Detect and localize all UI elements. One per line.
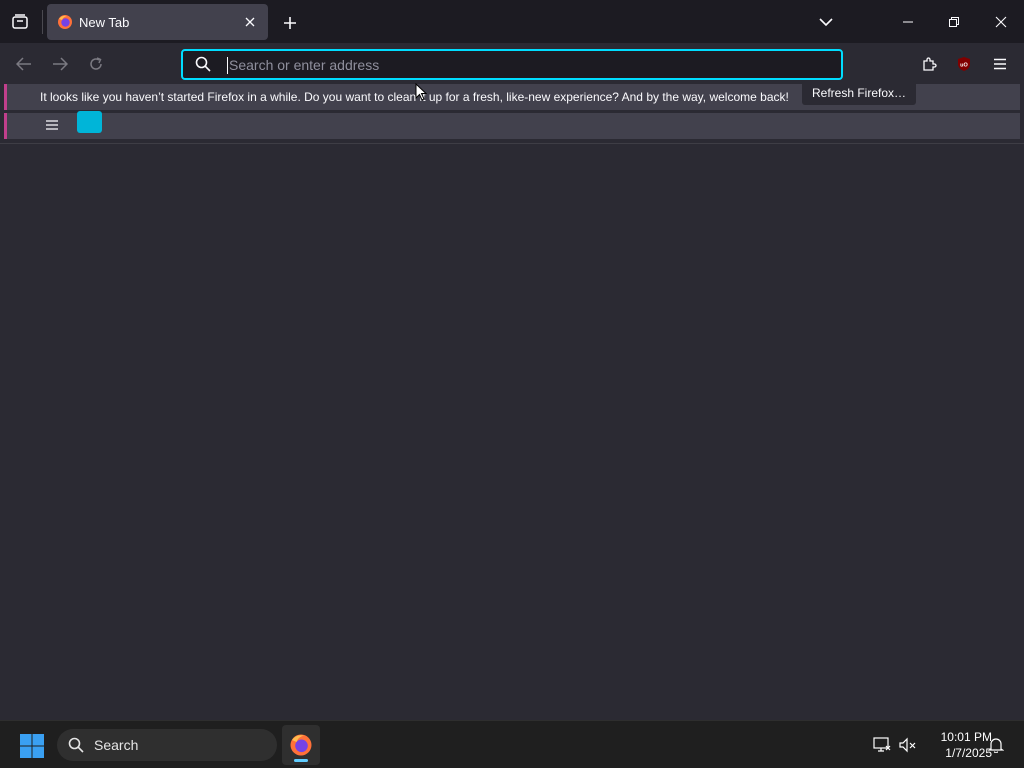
hamburger-icon	[994, 58, 1006, 70]
mouse-cursor-icon	[415, 83, 427, 101]
clock-date: 1/7/2025	[945, 746, 992, 760]
firefox-view-button[interactable]	[6, 9, 34, 35]
hamburger-icon	[46, 120, 58, 130]
refresh-notification-bar: It looks like you haven’t started Firefo…	[4, 81, 1020, 110]
tab-new-tab[interactable]: New Tab	[47, 4, 268, 40]
running-indicator	[294, 759, 308, 762]
refresh-firefox-button[interactable]: Refresh Firefox…	[802, 81, 916, 105]
svg-text:uO: uO	[960, 63, 968, 69]
bell-icon	[988, 738, 1004, 753]
forward-button[interactable]	[47, 51, 73, 77]
tab-strip: New Tab	[0, 0, 1024, 43]
back-button[interactable]	[11, 51, 37, 77]
windows-logo-icon	[20, 734, 44, 758]
address-input[interactable]	[227, 55, 841, 74]
network-tray-button[interactable]	[873, 736, 891, 754]
tab-close-button[interactable]	[240, 12, 260, 32]
address-bar[interactable]	[181, 49, 843, 80]
tab-title: New Tab	[79, 14, 130, 30]
bookmarks-menu-button[interactable]	[43, 116, 61, 134]
plus-icon	[284, 17, 296, 29]
restore-button[interactable]	[934, 6, 974, 38]
taskbar-search[interactable]: Search	[57, 729, 277, 761]
taskbar: Search 10:01 PM 1/7/2025	[0, 720, 1024, 768]
search-icon	[195, 56, 213, 74]
chevron-down-icon	[819, 18, 833, 27]
firefox-icon	[290, 734, 312, 756]
taskbar-search-label: Search	[94, 737, 139, 753]
puzzle-icon	[923, 57, 937, 71]
clock-time: 10:01 PM	[940, 730, 992, 744]
app-menu-button[interactable]	[987, 51, 1013, 77]
extensions-button[interactable]	[916, 51, 942, 77]
firefox-favicon-icon	[57, 14, 73, 30]
bookmark-tile[interactable]	[77, 111, 102, 133]
content-divider	[0, 143, 1024, 144]
ublock-origin-icon: uO	[958, 57, 970, 71]
reload-icon	[90, 57, 102, 70]
bookmarks-toolbar	[4, 111, 1020, 139]
navigation-toolbar: uO	[0, 43, 1024, 84]
list-all-tabs-button[interactable]	[812, 8, 840, 36]
new-tab-button[interactable]	[276, 9, 304, 37]
ublock-origin-button[interactable]: uO	[951, 51, 977, 77]
reload-button[interactable]	[83, 51, 109, 77]
minimize-icon	[903, 21, 913, 23]
tab-separator	[42, 10, 43, 34]
start-button[interactable]	[19, 733, 45, 759]
window-close-button[interactable]	[981, 6, 1021, 38]
notifications-button[interactable]	[987, 736, 1005, 754]
minimize-button[interactable]	[888, 6, 928, 38]
volume-muted-icon	[899, 737, 916, 753]
network-icon	[873, 737, 891, 752]
forward-arrow-icon	[53, 57, 68, 71]
restore-icon	[949, 17, 959, 27]
volume-tray-button[interactable]	[899, 736, 917, 754]
tab-list-icon	[12, 14, 28, 29]
taskbar-firefox-button[interactable]	[282, 725, 320, 765]
back-arrow-icon	[16, 57, 31, 71]
search-icon	[68, 737, 84, 753]
close-icon	[995, 16, 1007, 28]
close-icon	[245, 17, 255, 27]
text-caret	[227, 57, 228, 74]
system-clock[interactable]: 10:01 PM 1/7/2025	[920, 729, 992, 761]
